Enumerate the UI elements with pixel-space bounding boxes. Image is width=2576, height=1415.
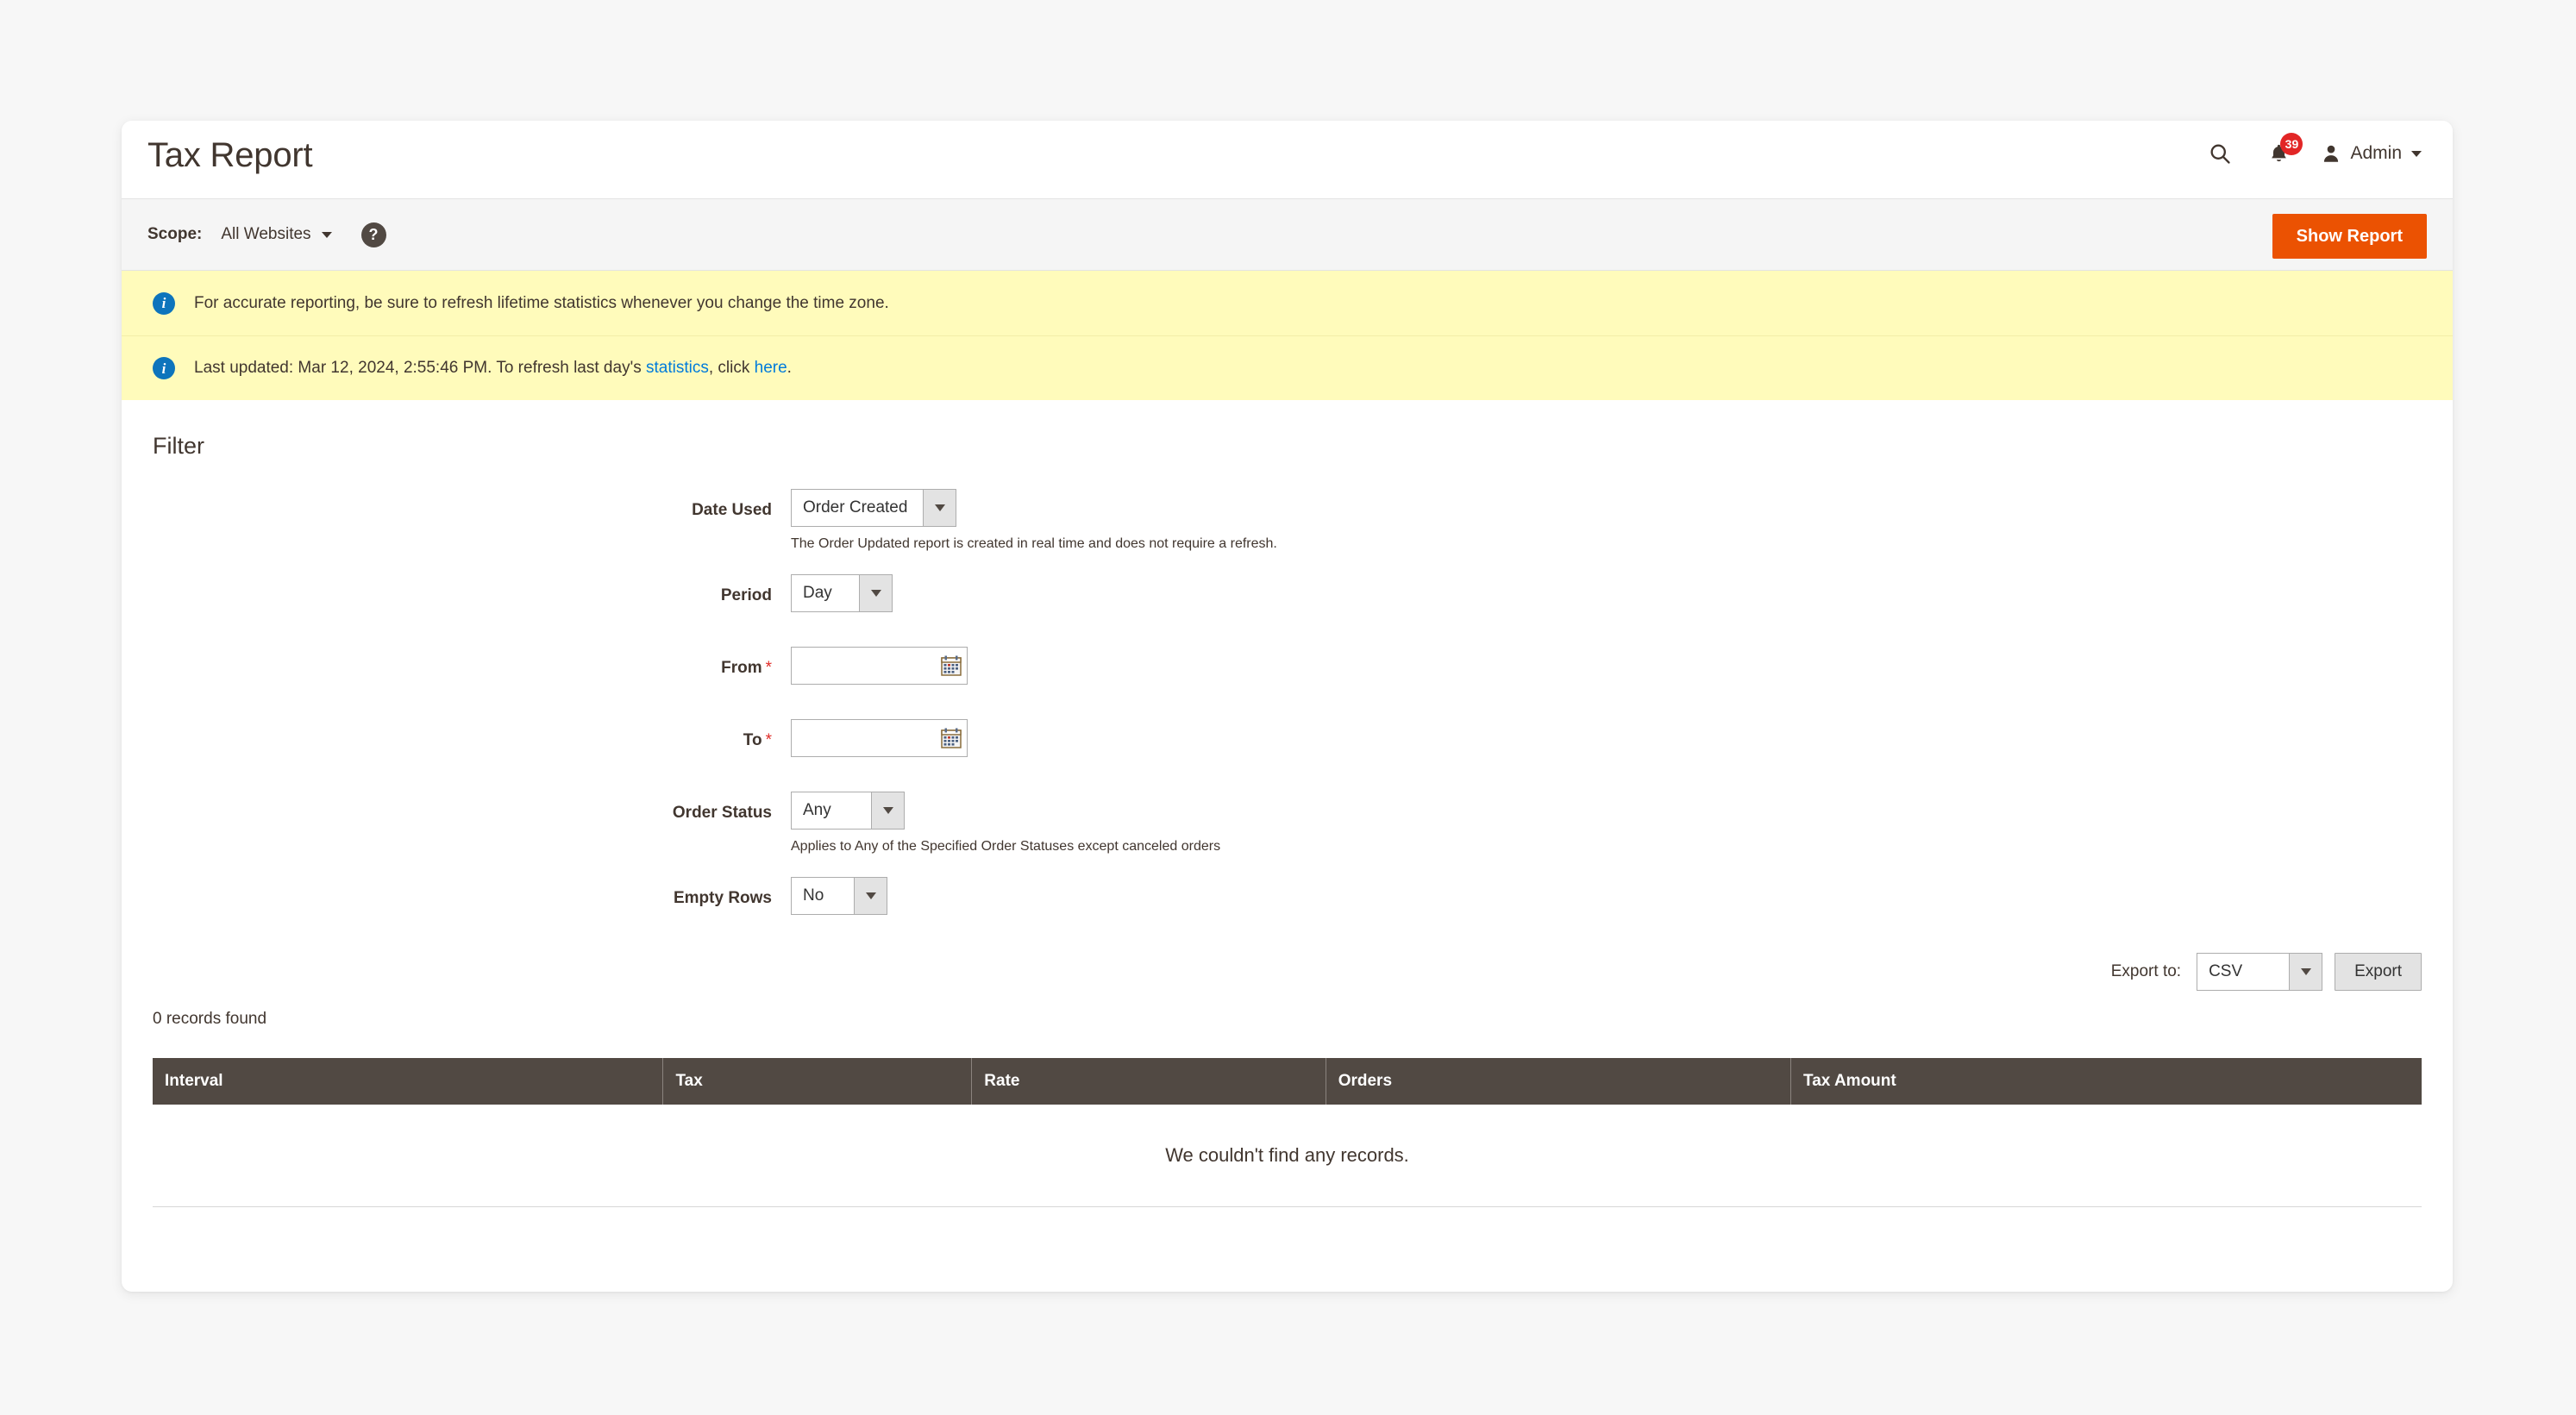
page-card: Tax Report 39 Admin Scope: All Websites … xyxy=(122,121,2453,1292)
required-marker: * xyxy=(765,731,772,749)
empty-records-message: We couldn't find any records. xyxy=(153,1105,2422,1207)
here-link[interactable]: here xyxy=(755,359,787,377)
info-icon: i xyxy=(153,291,175,315)
from-date-wrapper xyxy=(791,647,968,685)
scope-label: Scope: xyxy=(147,225,203,243)
export-button[interactable]: Export xyxy=(2335,953,2422,991)
date-used-select[interactable]: Order Created xyxy=(791,489,956,527)
period-select[interactable]: Day xyxy=(791,574,893,612)
user-menu[interactable]: Admin xyxy=(2320,142,2422,165)
chevron-down-icon xyxy=(859,575,892,611)
search-icon[interactable] xyxy=(2203,136,2237,171)
records-found-label: 0 records found xyxy=(153,1010,267,1028)
report-grid-header-row: Interval Tax Rate Orders Tax Amount xyxy=(153,1058,2422,1105)
notification-count-badge: 39 xyxy=(2280,133,2303,155)
page-header: Tax Report 39 Admin xyxy=(122,121,2453,198)
order-status-label: Order Status xyxy=(672,804,772,822)
field-row-to: To * xyxy=(153,719,2422,792)
date-used-label: Date Used xyxy=(692,501,772,519)
to-date-wrapper xyxy=(791,719,968,757)
empty-rows-value: No xyxy=(803,886,824,905)
period-value: Day xyxy=(803,584,832,602)
chevron-down-icon xyxy=(871,792,904,829)
field-row-empty-rows: Empty Rows No xyxy=(153,877,2422,915)
show-report-button[interactable]: Show Report xyxy=(2272,214,2427,259)
scope-switcher[interactable]: All Websites xyxy=(221,225,332,244)
message-text: For accurate reporting, be sure to refre… xyxy=(194,293,889,312)
required-marker: * xyxy=(765,659,772,677)
export-row: Export to: CSV Export xyxy=(122,953,2453,991)
message-timezone-notice: i For accurate reporting, be sure to ref… xyxy=(122,271,2453,335)
order-status-select[interactable]: Any xyxy=(791,792,905,830)
help-icon[interactable]: ? xyxy=(360,222,386,247)
notifications-button[interactable]: 39 xyxy=(2261,133,2303,171)
chevron-down-icon xyxy=(854,878,887,914)
message-suffix: . xyxy=(787,359,792,377)
column-header-rate[interactable]: Rate xyxy=(971,1058,1326,1105)
chevron-down-icon xyxy=(923,490,956,526)
report-grid: Interval Tax Rate Orders Tax Amount We c… xyxy=(153,1058,2422,1207)
report-grid-body: We couldn't find any records. xyxy=(153,1105,2422,1207)
export-to-label: Export to: xyxy=(2110,962,2182,980)
empty-row: We couldn't find any records. xyxy=(153,1105,2422,1207)
column-header-interval[interactable]: Interval xyxy=(153,1058,664,1105)
calendar-icon[interactable] xyxy=(940,727,962,749)
order-status-hint: Applies to Any of the Specified Order St… xyxy=(791,839,1221,854)
from-label: From * xyxy=(721,659,772,677)
message-prefix: Last updated: Mar 12, 2024, 2:55:46 PM. … xyxy=(194,359,646,377)
export-format-value: CSV xyxy=(2209,962,2243,980)
column-header-tax[interactable]: Tax xyxy=(662,1058,973,1105)
empty-rows-select[interactable]: No xyxy=(791,877,887,915)
date-used-value: Order Created xyxy=(803,498,908,517)
filter-heading: Filter xyxy=(153,433,204,459)
column-header-tax-amount[interactable]: Tax Amount xyxy=(1790,1058,2422,1105)
export-format-select[interactable]: CSV xyxy=(2197,953,2323,991)
period-label: Period xyxy=(720,586,772,604)
info-icon: i xyxy=(153,357,175,379)
chevron-down-icon xyxy=(2289,954,2322,990)
column-header-orders[interactable]: Orders xyxy=(1326,1058,1792,1105)
statistics-link[interactable]: statistics xyxy=(646,359,709,377)
header-tools: 39 Admin xyxy=(2203,133,2422,171)
to-label: To * xyxy=(743,731,772,749)
user-name-label: Admin xyxy=(2350,143,2402,163)
message-list: i For accurate reporting, be sure to ref… xyxy=(122,271,2453,400)
field-row-from: From * xyxy=(153,647,2422,719)
report-grid-head: Interval Tax Rate Orders Tax Amount xyxy=(153,1058,2422,1105)
chevron-down-icon xyxy=(321,231,332,238)
user-avatar-icon xyxy=(2324,145,2339,162)
page-title: Tax Report xyxy=(147,136,313,174)
message-text: Last updated: Mar 12, 2024, 2:55:46 PM. … xyxy=(194,359,792,378)
filter-section: Filter Date Used Order Created The Order… xyxy=(122,400,2453,915)
field-row-date-used: Date Used Order Created The Order Update… xyxy=(153,489,2422,574)
empty-rows-label: Empty Rows xyxy=(673,889,772,907)
scope-bar: Scope: All Websites ? Show Report xyxy=(122,198,2453,271)
chevron-down-icon xyxy=(2411,150,2422,157)
calendar-icon[interactable] xyxy=(940,654,962,677)
date-used-hint: The Order Updated report is created in r… xyxy=(791,536,1277,551)
order-status-value: Any xyxy=(803,801,831,819)
report-grid-wrapper: Interval Tax Rate Orders Tax Amount We c… xyxy=(122,1058,2453,1207)
message-middle: , click xyxy=(708,359,755,377)
field-row-order-status: Order Status Any Applies to Any of the S… xyxy=(153,792,2422,877)
message-last-updated: i Last updated: Mar 12, 2024, 2:55:46 PM… xyxy=(122,335,2453,400)
field-row-period: Period Day xyxy=(153,574,2422,647)
scope-switcher-value: All Websites xyxy=(221,225,311,243)
